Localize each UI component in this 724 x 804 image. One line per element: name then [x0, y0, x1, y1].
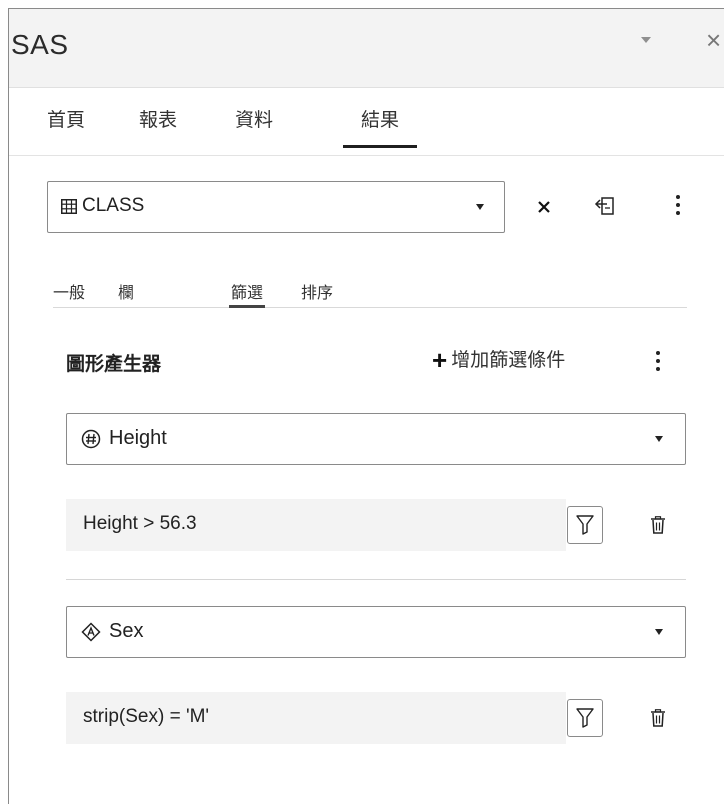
- table-grid-icon: [61, 199, 77, 214]
- trash-icon[interactable]: [650, 709, 666, 727]
- filter-expression-text: Height > 56.3: [83, 513, 197, 534]
- more-vertical-icon[interactable]: [676, 195, 680, 219]
- main-tabs: 首頁 報表 資料 結果: [9, 87, 724, 156]
- add-filter-label: 增加篩選條件: [451, 350, 566, 371]
- subtab-filter[interactable]: 篩選: [228, 279, 266, 308]
- character-column-icon: [81, 622, 101, 642]
- sub-tabs: 一般 欄 篩選 排序: [53, 271, 687, 308]
- filter-expression-text: strip(Sex) = 'M': [83, 706, 210, 727]
- subtab-general[interactable]: 一般: [53, 279, 85, 303]
- pane-close-icon[interactable]: ×: [706, 27, 721, 53]
- numeric-column-icon: [81, 429, 101, 449]
- funnel-icon: [576, 708, 594, 728]
- pane-titlebar: SAS ×: [9, 9, 724, 88]
- tab-reports[interactable]: 報表: [139, 105, 177, 132]
- trash-icon[interactable]: [650, 516, 666, 534]
- filter-column-selector[interactable]: Height: [66, 413, 686, 465]
- filter-column-value: Height: [109, 427, 167, 449]
- table-selector-value: CLASS: [82, 195, 145, 216]
- pane-title: SAS: [11, 29, 69, 60]
- chevron-down-icon: [655, 436, 663, 442]
- filter-expression[interactable]: Height > 56.3: [66, 499, 566, 551]
- sas-pane: SAS × 首頁 報表 資料 結果 CLASS 一般 欄 篩選 排序 圖形產生器…: [8, 8, 724, 804]
- export-icon[interactable]: [594, 195, 616, 217]
- plus-icon: +: [432, 345, 448, 375]
- funnel-icon: [576, 515, 594, 535]
- filter-more-icon[interactable]: [656, 351, 660, 375]
- filter-column-selector[interactable]: Sex: [66, 606, 686, 658]
- close-icon[interactable]: [537, 200, 551, 214]
- add-filter-button[interactable]: + 增加篩選條件: [432, 345, 565, 376]
- table-selector[interactable]: CLASS: [47, 181, 505, 233]
- subtab-columns[interactable]: 欄: [118, 279, 134, 303]
- filter-expression[interactable]: strip(Sex) = 'M': [66, 692, 566, 744]
- chevron-down-icon: [655, 629, 663, 635]
- tab-data[interactable]: 資料: [235, 105, 273, 132]
- filter-panel-title: 圖形產生器: [66, 354, 162, 375]
- filter-divider: [66, 579, 686, 580]
- tab-results[interactable]: 結果: [342, 105, 418, 148]
- tab-home[interactable]: 首頁: [47, 105, 85, 132]
- subtab-sort[interactable]: 排序: [301, 279, 333, 303]
- filter-column-value: Sex: [109, 620, 144, 642]
- pane-options-chevron-icon[interactable]: [641, 37, 651, 43]
- chevron-down-icon: [476, 204, 484, 210]
- filter-apply-button[interactable]: [567, 506, 603, 544]
- filter-apply-button[interactable]: [567, 699, 603, 737]
